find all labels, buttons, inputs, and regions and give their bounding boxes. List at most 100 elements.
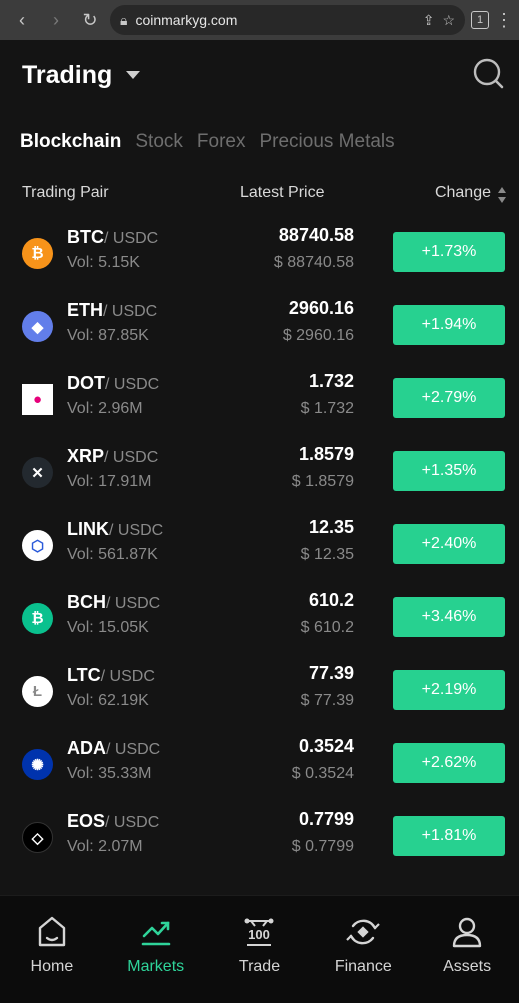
change-badge[interactable]: +2.40% [393, 524, 505, 564]
bookmark-icon[interactable]: ☆ [442, 12, 455, 29]
change-badge[interactable]: +1.81% [393, 816, 505, 856]
menu-icon[interactable]: ⋮ [495, 10, 513, 31]
change-badge[interactable]: +1.94% [393, 305, 505, 345]
nav-markets[interactable]: Markets [104, 896, 208, 1003]
table-row[interactable]: ⬡ LINK/ USDC Vol: 561.87K 12.35 $ 12.35 +2.40… [0, 506, 519, 579]
usd-price: $ 1.732 [300, 400, 354, 417]
pair-label: ADA/ USDC [67, 738, 160, 759]
tab-precious-metals[interactable]: Precious Metals [259, 131, 394, 153]
base-symbol: ETH [67, 300, 103, 320]
volume: Vol: 62.19K [67, 692, 149, 709]
base-symbol: XRP [67, 446, 105, 466]
change-badge[interactable]: +2.79% [393, 378, 505, 418]
share-icon[interactable]: ⇪ [423, 12, 435, 29]
page-header: Trading [0, 40, 519, 110]
usd-price: $ 1.8579 [291, 473, 354, 490]
volume: Vol: 15.05K [67, 619, 149, 636]
latest-price: 2960.16 [288, 298, 354, 318]
pair-label: LINK/ USDC [67, 519, 163, 540]
change-badge[interactable]: +2.62% [393, 743, 505, 783]
dot-icon: ● [22, 384, 53, 415]
tab-count-icon[interactable]: 1 [471, 11, 489, 29]
base-symbol: LINK [67, 519, 109, 539]
table-row[interactable]: ◇ EOS/ USDC Vol: 2.07M 0.7799 $ 0.7799 +1.81% [0, 798, 519, 871]
volume: Vol: 17.91M [67, 473, 152, 490]
reload-icon[interactable]: ↻ [76, 6, 104, 34]
nav-assets[interactable]: Assets [415, 896, 519, 1003]
table-row[interactable]: ● DOT/ USDC Vol: 2.96M 1.732 $ 1.732 +2.79% [0, 360, 519, 433]
volume: Vol: 35.33M [67, 765, 152, 782]
latest-price: 1.8579 [298, 444, 354, 464]
change-badge[interactable]: +2.19% [393, 670, 505, 710]
nav-label: Home [30, 958, 74, 975]
address-bar[interactable]: 🔒︎ coinmarkyg.com ⇪ ☆ [110, 5, 465, 35]
finance-icon [346, 919, 381, 945]
tab-forex[interactable]: Forex [197, 131, 246, 153]
latest-price: 77.39 [308, 663, 354, 683]
search-icon[interactable] [471, 56, 505, 90]
usd-price: $ 88740.58 [273, 254, 354, 271]
eth-icon: ◆ [22, 311, 53, 342]
col-trading-pair: Trading Pair [22, 184, 109, 201]
col-change[interactable]: Change [435, 184, 491, 202]
link-icon: ⬡ [22, 530, 53, 561]
tab-blockchain[interactable]: Blockchain [20, 131, 121, 153]
bch-icon: ₿ [22, 603, 53, 634]
base-symbol: ADA [67, 738, 106, 758]
browser-toolbar: ‹ › ↻ 🔒︎ coinmarkyg.com ⇪ ☆ 1 ⋮ [0, 0, 519, 40]
nav-home[interactable]: Home [0, 896, 104, 1003]
quote-symbol: / USDC [105, 814, 160, 831]
market-list: ₿ BTC/ USDC Vol: 5.15K 88740.58 $ 88740.58 +1… [0, 214, 519, 871]
quote-symbol: / USDC [103, 303, 158, 320]
table-row[interactable]: ✕ XRP/ USDC Vol: 17.91M 1.8579 $ 1.8579 +1.35… [0, 433, 519, 506]
forward-icon[interactable]: › [42, 6, 70, 34]
back-icon[interactable]: ‹ [8, 6, 36, 34]
base-symbol: BTC [67, 227, 104, 247]
ada-icon: ✺ [22, 749, 53, 780]
latest-price: 88740.58 [278, 225, 354, 245]
pair-label: LTC/ USDC [67, 665, 155, 686]
quote-symbol: / USDC [106, 741, 161, 758]
nav-finance[interactable]: Finance [311, 896, 415, 1003]
nav-label: Assets [443, 958, 492, 975]
url-text: coinmarkyg.com [135, 12, 238, 28]
pair-label: XRP/ USDC [67, 446, 158, 467]
base-symbol: DOT [67, 373, 105, 393]
table-header: Trading Pair Latest Price Change [0, 174, 519, 214]
latest-price: 1.732 [308, 371, 354, 391]
table-row[interactable]: ✺ ADA/ USDC Vol: 35.33M 0.3524 $ 0.3524 +2.62… [0, 725, 519, 798]
volume: Vol: 2.07M [67, 838, 143, 855]
table-row[interactable]: ₿ BTC/ USDC Vol: 5.15K 88740.58 $ 88740.58 +1… [0, 214, 519, 287]
nav-label: Trade [238, 958, 281, 975]
eos-icon: ◇ [22, 822, 53, 853]
table-row[interactable]: Ł LTC/ USDC Vol: 62.19K 77.39 $ 77.39 +2.19% [0, 652, 519, 725]
btc-icon: ₿ [22, 238, 53, 269]
category-tabs: Blockchain Stock Forex Precious Metals [0, 128, 519, 156]
trade-icon: 100 [244, 918, 274, 946]
base-symbol: LTC [67, 665, 101, 685]
page-title[interactable]: Trading [22, 61, 112, 90]
svg-text:100: 100 [249, 927, 271, 942]
usd-price: $ 0.3524 [291, 765, 354, 782]
volume: Vol: 561.87K [67, 546, 158, 563]
tab-stock[interactable]: Stock [135, 131, 183, 153]
usd-price: $ 0.7799 [291, 838, 354, 855]
col-latest-price: Latest Price [240, 184, 325, 201]
quote-symbol: / USDC [100, 668, 155, 685]
table-row[interactable]: ◆ ETH/ USDC Vol: 87.85K 2960.16 $ 2960.16 +1.… [0, 287, 519, 360]
usd-price: $ 2960.16 [282, 327, 354, 344]
nav-trade[interactable]: 100 Trade [208, 896, 312, 1003]
table-row[interactable]: ₿ BCH/ USDC Vol: 15.05K 610.2 $ 610.2 +3.46% [0, 579, 519, 652]
volume: Vol: 2.96M [67, 400, 143, 417]
nav-label: Finance [334, 958, 392, 975]
quote-symbol: / USDC [104, 449, 159, 466]
base-symbol: EOS [67, 811, 106, 831]
dropdown-caret-icon[interactable] [126, 71, 141, 79]
change-badge[interactable]: +1.35% [393, 451, 505, 491]
sort-icon[interactable] [497, 186, 507, 204]
latest-price: 0.7799 [298, 809, 354, 829]
lock-icon: 🔒︎ [120, 11, 128, 28]
change-badge[interactable]: +1.73% [393, 232, 505, 272]
usd-price: $ 12.35 [300, 546, 354, 563]
change-badge[interactable]: +3.46% [393, 597, 505, 637]
